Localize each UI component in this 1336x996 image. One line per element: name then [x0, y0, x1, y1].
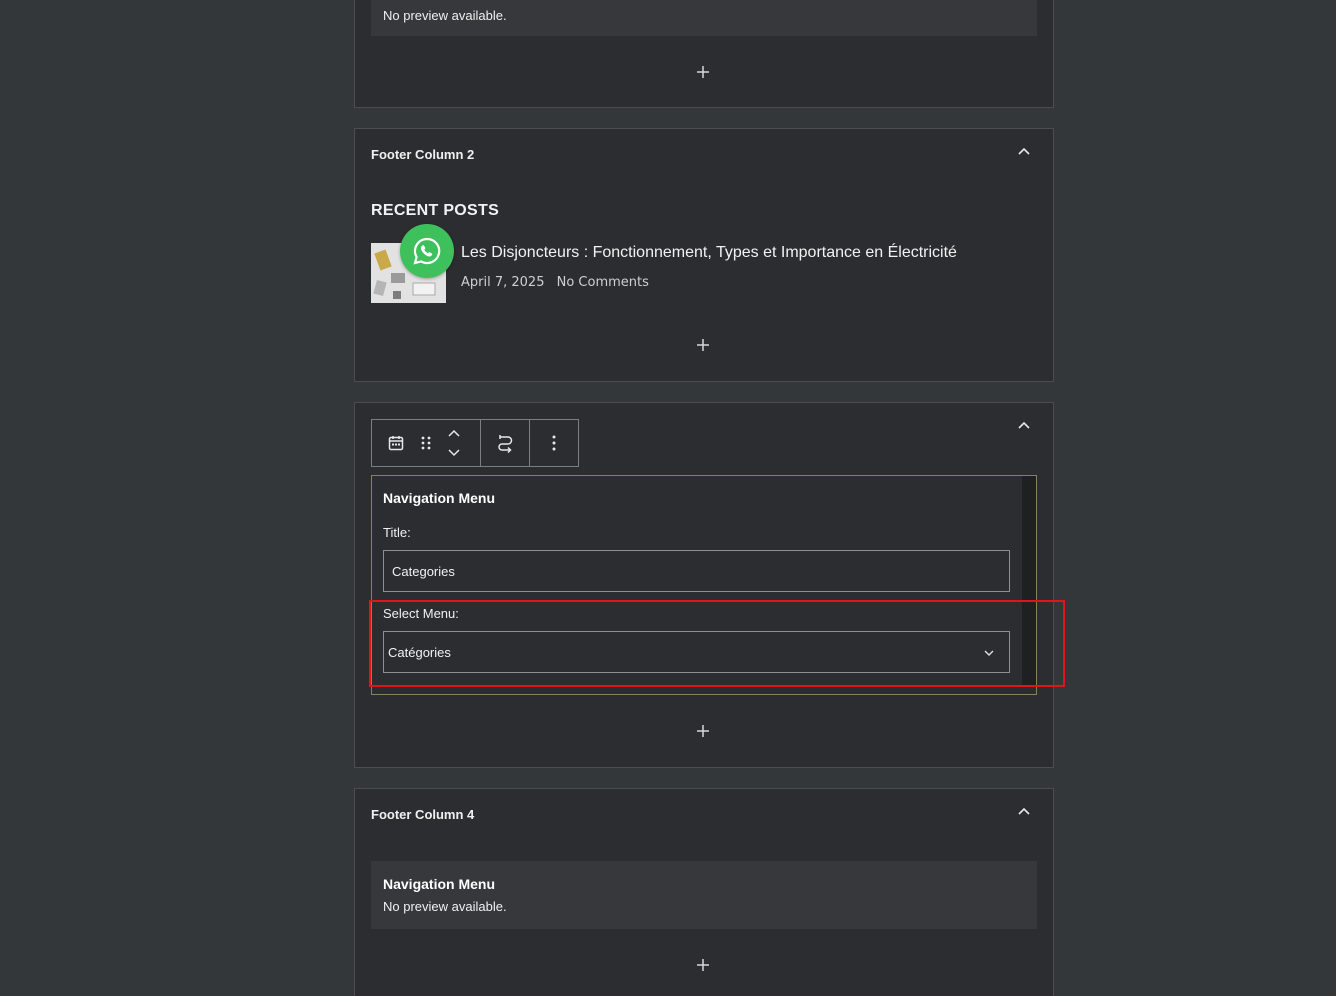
preview-title: Navigation Menu	[383, 876, 496, 892]
preview-message: No preview available.	[383, 8, 507, 23]
more-options-button[interactable]	[539, 420, 569, 466]
chevron-up-icon	[1018, 807, 1030, 815]
move-up-icon	[448, 429, 460, 437]
select-menu-value: Catégories	[388, 644, 451, 660]
toolbar-group-transform	[481, 420, 530, 466]
title-input[interactable]: Categories	[383, 550, 1010, 592]
post-comments[interactable]: No Comments	[557, 275, 649, 290]
widget-preview: No preview available.	[371, 0, 1037, 36]
collapse-button[interactable]	[1015, 805, 1033, 819]
preview-message: No preview available.	[383, 899, 507, 914]
add-block-button[interactable]	[695, 337, 711, 353]
move-down-icon	[448, 449, 460, 457]
add-block-button[interactable]	[695, 64, 711, 80]
drag-handle-icon	[421, 436, 431, 450]
recent-posts-heading: RECENT POSTS	[371, 202, 500, 219]
navigation-menu-widget-form: Navigation Menu Title: Categories Select…	[371, 475, 1037, 695]
plus-icon	[697, 339, 709, 351]
collapse-button[interactable]	[1015, 419, 1033, 433]
whatsapp-icon	[413, 237, 441, 265]
widget-preview: Navigation Menu No preview available.	[371, 861, 1037, 929]
add-block-button[interactable]	[695, 723, 711, 739]
toolbar-group-block	[372, 420, 481, 466]
collapse-button[interactable]	[1015, 145, 1033, 159]
widget-form-title: Navigation Menu	[383, 490, 496, 506]
chevron-up-icon	[1018, 147, 1030, 155]
title-label: Title:	[383, 525, 411, 540]
post-title-link[interactable]: Les Disjoncteurs : Fonctionnement, Types…	[461, 244, 957, 262]
post-date: April 7, 2025	[461, 275, 545, 290]
toolbar-group-options	[530, 420, 578, 466]
panel-title: Footer Column 4	[371, 807, 475, 822]
select-menu-label: Select Menu:	[383, 606, 459, 621]
move-controls	[446, 425, 462, 461]
footer-column-1-panel: No preview available.	[354, 0, 1054, 108]
dropdown-arrow	[983, 646, 995, 661]
more-options-icon	[552, 435, 556, 451]
drag-handle[interactable]	[416, 420, 436, 466]
whatsapp-button[interactable]	[400, 224, 454, 278]
footer-column-4-panel: Footer Column 4 Navigation Menu No previ…	[354, 788, 1054, 996]
calendar-icon	[388, 436, 404, 451]
block-type-button[interactable]	[386, 420, 406, 466]
transform-button[interactable]	[490, 420, 520, 466]
panel-title: Footer Column 2	[371, 147, 475, 162]
form-scrollbar[interactable]	[1022, 476, 1036, 686]
move-up-button[interactable]	[446, 425, 462, 443]
chevron-down-icon	[984, 650, 994, 656]
plus-icon	[697, 959, 709, 971]
footer-column-2-panel: Footer Column 2 RECENT POSTS Les Disjonc…	[354, 128, 1054, 382]
footer-column-3-panel: Navigation Menu Title: Categories Select…	[354, 402, 1054, 768]
plus-icon	[697, 725, 709, 737]
select-menu-dropdown[interactable]: Catégories	[383, 631, 1010, 673]
chevron-up-icon	[1018, 421, 1030, 429]
block-toolbar	[371, 419, 579, 467]
transform-icon	[498, 435, 513, 453]
plus-icon	[697, 66, 709, 78]
add-block-button[interactable]	[695, 957, 711, 973]
move-down-button[interactable]	[446, 443, 462, 461]
post-meta: April 7, 2025 No Comments	[461, 275, 657, 290]
